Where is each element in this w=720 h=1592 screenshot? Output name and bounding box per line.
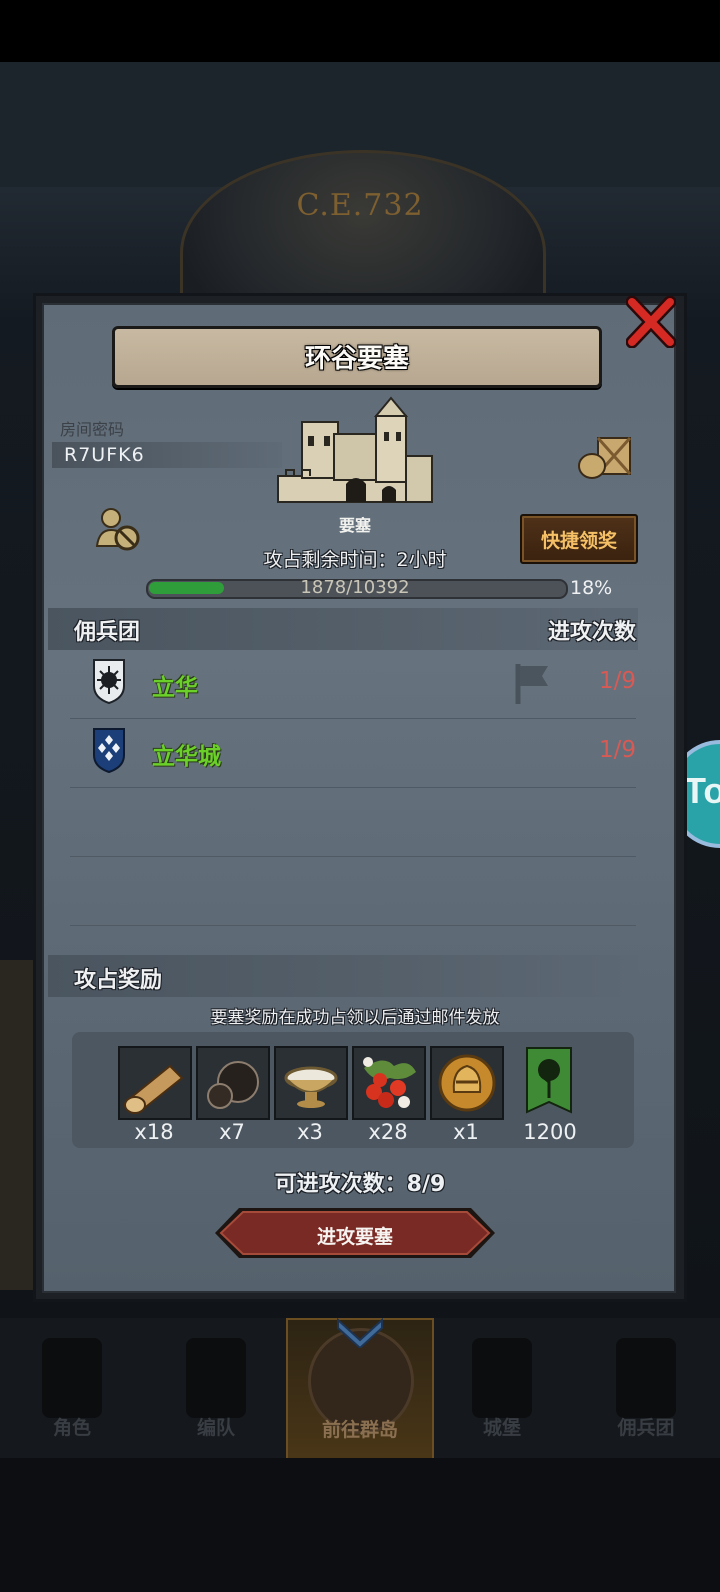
fortress-icon bbox=[277, 396, 433, 503]
capture-progress-text: 1878/10392 bbox=[300, 577, 410, 598]
guild-attack-count: 1/9 bbox=[598, 737, 636, 763]
flag-icon bbox=[515, 664, 548, 704]
fortress-label: 要塞 bbox=[338, 516, 371, 535]
chevron-down-icon bbox=[337, 1318, 383, 1348]
dialog-title: 环谷要塞 bbox=[304, 344, 409, 374]
nav-item-character[interactable]: 角色 bbox=[0, 1318, 144, 1458]
remaining-attacks: 可进攻次数：8/9 bbox=[274, 1172, 446, 1197]
close-icon[interactable] bbox=[626, 296, 676, 348]
empty-list-row bbox=[70, 788, 636, 857]
character-icon bbox=[42, 1338, 102, 1418]
guild-attack-count: 1/9 bbox=[598, 668, 636, 694]
capture-progress-percent: 18% bbox=[570, 577, 613, 599]
nav-label: 编队 bbox=[196, 1417, 235, 1439]
bottom-bar bbox=[0, 1458, 720, 1592]
attack-fortress-label[interactable]: 进攻要塞 bbox=[213, 1222, 497, 1249]
nav-item-mercenary[interactable]: 佣兵团 bbox=[574, 1318, 718, 1458]
quick-claim-label[interactable]: 快捷领奖 bbox=[520, 526, 638, 553]
green-tree-banner-icon bbox=[514, 1046, 584, 1116]
status-bar bbox=[0, 0, 720, 62]
white-shield-sun-icon bbox=[93, 659, 125, 704]
reward-count: x1 bbox=[453, 1120, 479, 1144]
berries-icon bbox=[352, 1046, 426, 1120]
reward-count: 1200 bbox=[523, 1120, 577, 1144]
supply-crates-icon[interactable] bbox=[576, 432, 634, 480]
reward-section-title: 攻占奖励 bbox=[74, 968, 163, 993]
castle-icon bbox=[472, 1338, 532, 1418]
nav-label: 佣兵团 bbox=[617, 1417, 675, 1439]
nav-label: 角色 bbox=[52, 1417, 91, 1439]
side-button-text: To bbox=[684, 770, 720, 811]
wood-log-icon bbox=[118, 1046, 192, 1120]
nav-item-castle[interactable]: 城堡 bbox=[430, 1318, 574, 1458]
nav-label: 城堡 bbox=[482, 1417, 521, 1439]
room-code-label: 房间密码 bbox=[60, 420, 125, 439]
era-label: C.E.732 bbox=[296, 188, 424, 223]
truffle-icon bbox=[196, 1046, 270, 1120]
knight-icon bbox=[186, 1338, 246, 1418]
guild-name: 立华 bbox=[152, 675, 198, 701]
room-code[interactable]: R7UFK6 bbox=[64, 444, 145, 466]
guild-name: 立华城 bbox=[152, 744, 221, 770]
blue-shield-diamonds-icon bbox=[93, 728, 125, 773]
empty-list-row bbox=[70, 857, 636, 926]
no-guest-icon[interactable] bbox=[95, 506, 141, 552]
list-item[interactable]: 立华城 1/9 bbox=[70, 719, 636, 788]
capture-time-remaining: 攻占剩余时间：2小时 bbox=[263, 549, 447, 571]
reward-note: 要塞奖励在成功占领以后通过邮件发放 bbox=[210, 1008, 500, 1028]
mercenary-section-title: 佣兵团 bbox=[74, 620, 141, 645]
knight-helmet-coin-icon bbox=[430, 1046, 504, 1120]
salt-bowl-icon bbox=[274, 1046, 348, 1120]
mercenary-icon bbox=[616, 1338, 676, 1418]
attack-count-header: 进攻次数 bbox=[547, 620, 636, 645]
nav-item-formation[interactable]: 编队 bbox=[144, 1318, 288, 1458]
nav-label: 前往群岛 bbox=[321, 1419, 398, 1441]
